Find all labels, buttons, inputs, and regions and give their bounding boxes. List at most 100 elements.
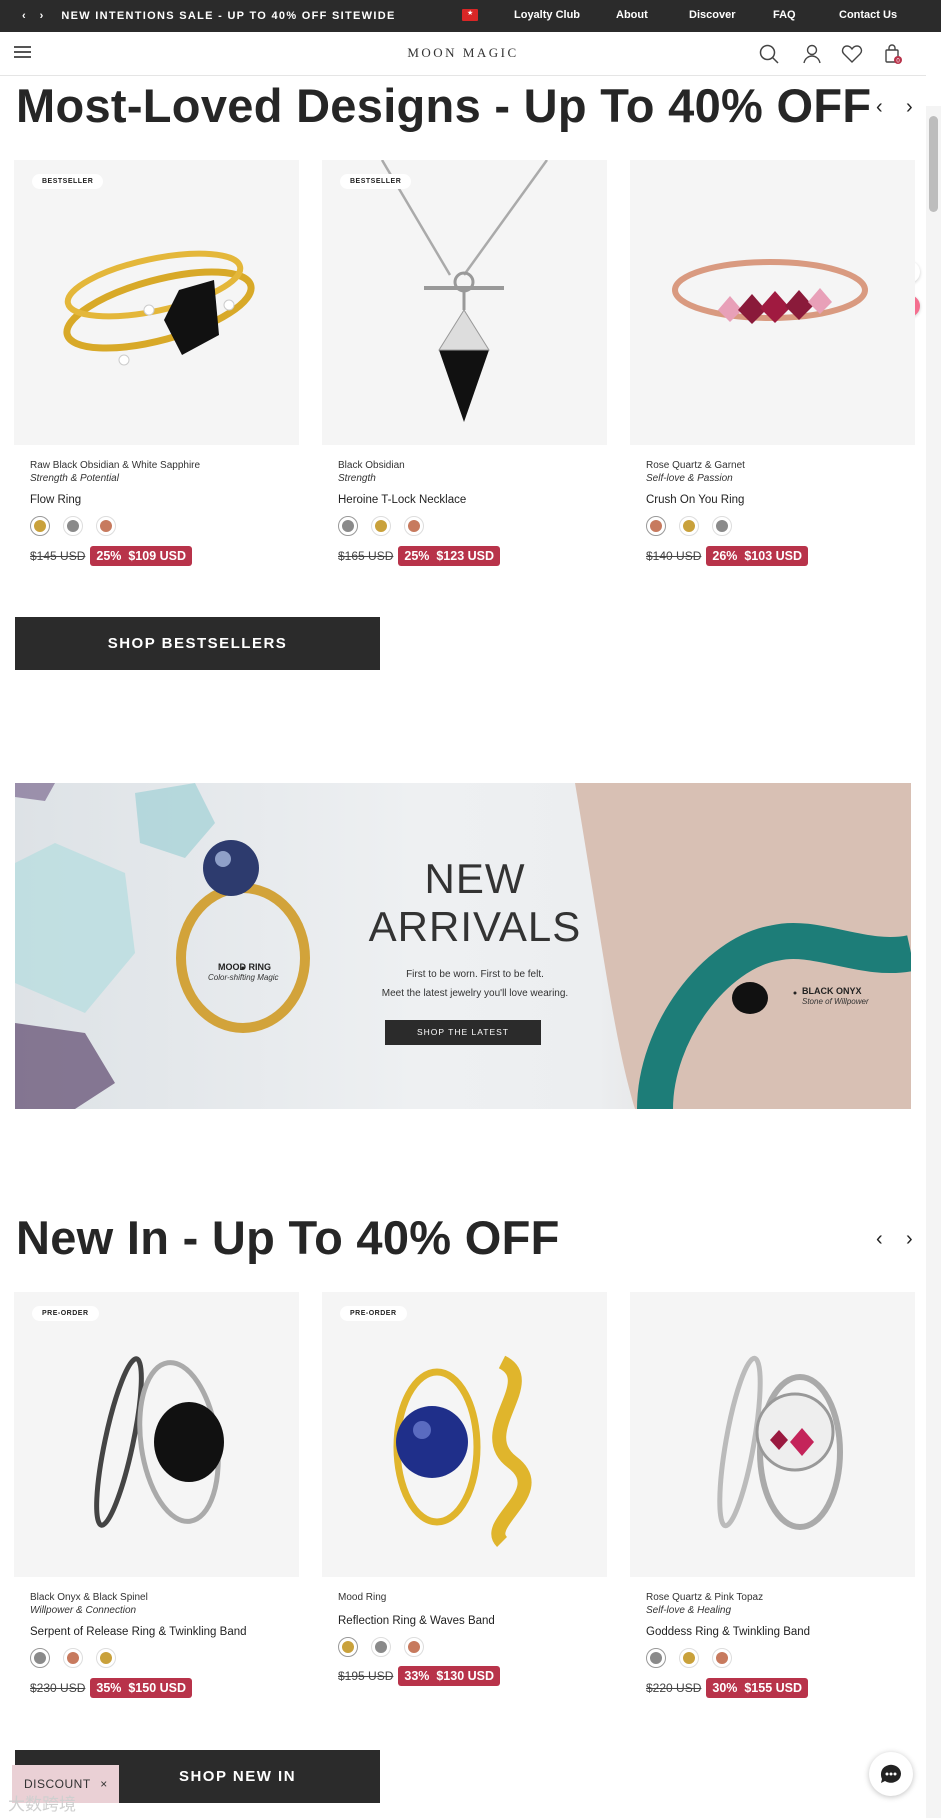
swatch-silver[interactable] xyxy=(646,1648,666,1668)
color-swatches xyxy=(338,1637,424,1657)
label-mood-ring: MOOD RING xyxy=(218,962,271,972)
swatch-rose-gold[interactable] xyxy=(646,516,666,536)
sale-badge: 33% $130 USD xyxy=(398,1666,501,1686)
product-image[interactable] xyxy=(322,1292,607,1577)
product-name[interactable]: Crush On You Ring xyxy=(646,494,744,506)
nav-loyalty-club[interactable]: Loyalty Club xyxy=(514,9,580,21)
swatch-silver[interactable] xyxy=(712,516,732,536)
product-stone: Rose Quartz & Garnet xyxy=(646,460,745,471)
chevron-right-icon[interactable]: › xyxy=(906,1228,913,1251)
discount-percent: 35% xyxy=(96,1681,122,1695)
sale-badge: 26% $103 USD xyxy=(706,546,809,566)
swatch-gold[interactable] xyxy=(679,516,699,536)
swatch-silver[interactable] xyxy=(30,1648,50,1668)
account-icon[interactable] xyxy=(801,43,823,65)
cart-icon[interactable]: 0 xyxy=(882,43,904,65)
discount-percent: 33% xyxy=(404,1669,430,1683)
swatch-gold[interactable] xyxy=(338,1637,358,1657)
product-price: $195 USD 33% $130 USD xyxy=(338,1666,501,1686)
product-image[interactable] xyxy=(630,160,915,445)
banner-subtitle: First to be worn. First to be felt. Meet … xyxy=(345,965,605,1003)
banner-sub-line2: Meet the latest jewelry you'll love wear… xyxy=(381,988,569,999)
product-stone: Mood Ring xyxy=(338,1592,387,1603)
sale-price: $123 USD xyxy=(436,549,495,563)
label-black-onyx: BLACK ONYX xyxy=(802,986,862,996)
watermark: 大数跨境 xyxy=(8,1795,76,1814)
swatch-silver[interactable] xyxy=(63,516,83,536)
chat-icon[interactable] xyxy=(869,1752,913,1796)
site-header: MOON MAGIC 0 xyxy=(0,32,926,76)
nav-contact-us[interactable]: Contact Us xyxy=(839,9,897,21)
carousel-arrows: ‹ › xyxy=(876,96,926,120)
chevron-left-icon[interactable]: ‹ xyxy=(876,96,883,119)
scrollbar-thumb[interactable] xyxy=(929,116,938,212)
discount-percent: 25% xyxy=(96,549,122,563)
product-name[interactable]: Heroine T-Lock Necklace xyxy=(338,494,466,506)
nav-about[interactable]: About xyxy=(616,9,648,21)
new-arrivals-banner[interactable]: NEW ARRIVALS First to be worn. First to b… xyxy=(15,783,911,1109)
product-name[interactable]: Flow Ring xyxy=(30,494,81,506)
product-image[interactable] xyxy=(14,160,299,445)
sale-price: $155 USD xyxy=(744,1681,803,1695)
product-name[interactable]: Reflection Ring & Waves Band xyxy=(338,1615,495,1627)
banner-sub-line1: First to be worn. First to be felt. xyxy=(406,969,544,980)
product-stone: Black Onyx & Black Spinel xyxy=(30,1592,148,1603)
product-name[interactable]: Serpent of Release Ring & Twinkling Band xyxy=(30,1626,247,1638)
product-image[interactable] xyxy=(322,159,607,445)
label-black-onyx-sub: Stone of Willpower xyxy=(802,997,869,1006)
swatch-rose-gold[interactable] xyxy=(404,516,424,536)
product-price: $220 USD 30% $155 USD xyxy=(646,1678,809,1698)
original-price: $220 USD xyxy=(646,1681,702,1695)
sale-price: $109 USD xyxy=(128,549,187,563)
shop-the-latest-button[interactable]: SHOP THE LATEST xyxy=(385,1020,541,1045)
logo[interactable]: MOON MAGIC xyxy=(0,45,926,61)
original-price: $230 USD xyxy=(30,1681,86,1695)
swatch-gold[interactable] xyxy=(371,516,391,536)
swatch-silver[interactable] xyxy=(338,516,358,536)
swatch-rose-gold[interactable] xyxy=(404,1637,424,1657)
badge: BESTSELLER xyxy=(340,174,412,189)
scrollbar-track[interactable] xyxy=(926,106,941,1818)
swatch-rose-gold[interactable] xyxy=(63,1648,83,1668)
nav-discover[interactable]: Discover xyxy=(689,9,735,21)
chevron-right-icon[interactable]: › xyxy=(906,96,913,119)
heart-icon[interactable] xyxy=(841,43,863,65)
original-price: $165 USD xyxy=(338,549,394,563)
swatch-gold[interactable] xyxy=(30,516,50,536)
swatch-silver[interactable] xyxy=(371,1637,391,1657)
product-name[interactable]: Goddess Ring & Twinkling Band xyxy=(646,1626,810,1638)
badge: PRE-ORDER xyxy=(340,1306,407,1321)
original-price: $145 USD xyxy=(30,549,86,563)
swatch-gold[interactable] xyxy=(679,1648,699,1668)
product-stone: Black Obsidian xyxy=(338,460,405,471)
product-meaning: Self-love & Healing xyxy=(646,1605,732,1616)
swatch-gold[interactable] xyxy=(96,1648,116,1668)
swatch-rose-gold[interactable] xyxy=(712,1648,732,1668)
sale-price: $130 USD xyxy=(436,1669,495,1683)
sale-price: $150 USD xyxy=(128,1681,187,1695)
section-title-bestsellers: Most-Loved Designs - Up To 40% OFF xyxy=(16,79,872,132)
product-meaning: Strength & Potential xyxy=(30,473,119,484)
product-stone: Raw Black Obsidian & White Sapphire xyxy=(30,460,201,471)
search-icon[interactable] xyxy=(758,43,780,65)
product-price: $230 USD 35% $150 USD xyxy=(30,1678,193,1698)
sale-badge: 35% $150 USD xyxy=(90,1678,193,1698)
badge: BESTSELLER xyxy=(32,174,104,189)
sale-badge: 25% $123 USD xyxy=(398,546,501,566)
product-meaning: Willpower & Connection xyxy=(30,1605,137,1616)
close-icon[interactable]: × xyxy=(100,1777,108,1791)
discount-percent: 26% xyxy=(712,549,738,563)
section-title-new-in: New In - Up To 40% OFF xyxy=(16,1211,560,1264)
chevron-left-icon[interactable]: ‹ xyxy=(876,1228,883,1251)
original-price: $195 USD xyxy=(338,1669,394,1683)
swatch-rose-gold[interactable] xyxy=(96,516,116,536)
product-image[interactable] xyxy=(630,1292,915,1577)
sale-badge: 30% $155 USD xyxy=(706,1678,809,1698)
product-stone: Rose Quartz & Pink Topaz xyxy=(646,1592,764,1603)
banner-title-line1: NEW xyxy=(424,855,526,902)
product-image[interactable] xyxy=(14,1292,299,1577)
banner-title-line2: ARRIVALS xyxy=(368,903,582,950)
shop-bestsellers-button[interactable]: SHOP BESTSELLERS xyxy=(15,617,380,670)
nav-faq[interactable]: FAQ xyxy=(773,9,796,21)
announcement-bar: ‹ › NEW INTENTIONS SALE - UP TO 40% OFF … xyxy=(0,0,941,32)
